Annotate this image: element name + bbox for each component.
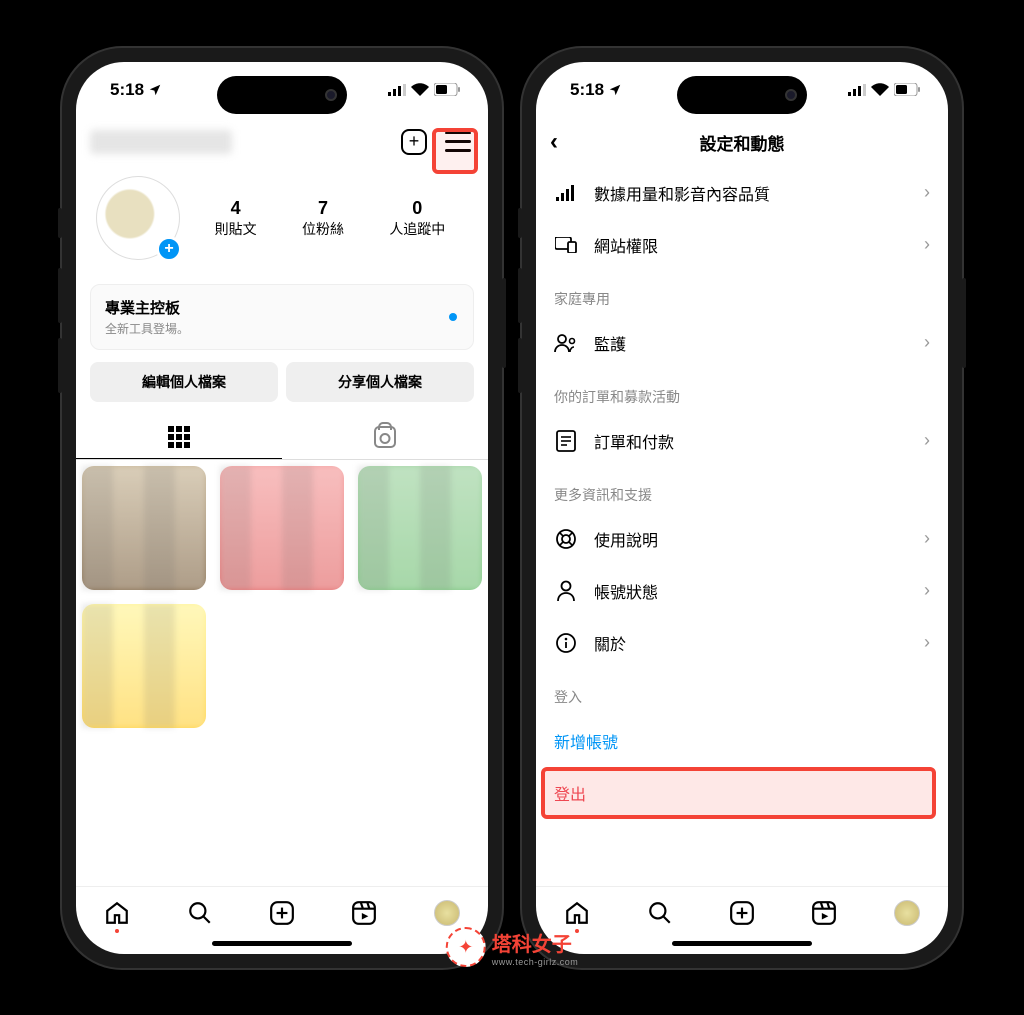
stat-posts[interactable]: 4 則貼文 bbox=[215, 198, 257, 239]
dynamic-island bbox=[217, 76, 347, 114]
create-button[interactable]: + bbox=[398, 126, 430, 158]
status-time: 5:18 bbox=[110, 80, 144, 100]
receipt-icon bbox=[554, 429, 578, 453]
chevron-right-icon: › bbox=[924, 632, 930, 653]
row-supervision[interactable]: 監護 › bbox=[536, 317, 948, 369]
location-icon bbox=[608, 83, 622, 97]
watermark-title: 塔科女子 bbox=[492, 928, 579, 957]
status-time: 5:18 bbox=[570, 80, 604, 100]
chevron-right-icon: › bbox=[924, 182, 930, 203]
wifi-icon bbox=[411, 83, 429, 96]
share-profile-button[interactable]: 分享個人檔案 bbox=[286, 362, 474, 402]
section-more: 更多資訊和支援 bbox=[536, 467, 948, 513]
watermark: ✦ 塔科女子 www.tech-girlz.com bbox=[446, 927, 579, 967]
dynamic-island bbox=[677, 76, 807, 114]
person-icon bbox=[554, 579, 578, 603]
chevron-right-icon: › bbox=[924, 234, 930, 255]
chevron-right-icon: › bbox=[924, 332, 930, 353]
stat-followers[interactable]: 7 位粉絲 bbox=[302, 198, 344, 239]
post-grid bbox=[76, 460, 488, 734]
section-login: 登入 bbox=[536, 669, 948, 715]
dashboard-card[interactable]: 專業主控板 全新工具登場。 bbox=[90, 284, 474, 350]
chevron-right-icon: › bbox=[924, 528, 930, 549]
edit-profile-button[interactable]: 編輯個人檔案 bbox=[90, 362, 278, 402]
row-account-status[interactable]: 帳號狀態 › bbox=[536, 565, 948, 617]
nav-profile[interactable] bbox=[893, 899, 921, 927]
post-thumbnail[interactable] bbox=[76, 460, 212, 596]
location-icon bbox=[148, 83, 162, 97]
row-help[interactable]: 使用說明 › bbox=[536, 513, 948, 565]
post-thumbnail[interactable] bbox=[352, 460, 488, 596]
grid-icon bbox=[168, 426, 190, 448]
row-orders[interactable]: 訂單和付款 › bbox=[536, 415, 948, 467]
signal-icon bbox=[388, 84, 406, 96]
devices-icon bbox=[554, 233, 578, 257]
settings-header: ‹ 設定和動態 bbox=[536, 118, 948, 167]
section-family: 家庭專用 bbox=[536, 271, 948, 317]
logout-link[interactable]: 登出 bbox=[536, 767, 948, 819]
back-button[interactable]: ‹ bbox=[550, 128, 558, 156]
add-story-icon[interactable]: + bbox=[156, 236, 182, 262]
row-website[interactable]: 網站權限 › bbox=[536, 219, 948, 271]
row-data-quality[interactable]: 數據用量和影音內容品質 › bbox=[536, 167, 948, 219]
nav-search[interactable] bbox=[186, 899, 214, 927]
watermark-url: www.tech-girlz.com bbox=[492, 957, 579, 967]
chevron-right-icon: › bbox=[924, 580, 930, 601]
section-orders: 你的訂單和募款活動 bbox=[536, 369, 948, 415]
stat-following[interactable]: 0 人追蹤中 bbox=[389, 198, 445, 239]
signal-bars-icon bbox=[554, 181, 578, 205]
watermark-icon: ✦ bbox=[446, 927, 486, 967]
help-icon bbox=[554, 527, 578, 551]
post-thumbnail[interactable] bbox=[214, 460, 350, 596]
add-account-link[interactable]: 新增帳號 bbox=[536, 715, 948, 767]
home-indicator[interactable] bbox=[212, 941, 352, 946]
tagged-icon bbox=[374, 426, 396, 448]
phone-right: 5:18 ‹ 設定和動態 數據用量和影音內容品質 › 網站權限 › bbox=[522, 48, 962, 968]
chevron-right-icon: › bbox=[924, 430, 930, 451]
info-icon bbox=[554, 631, 578, 655]
avatar[interactable]: + bbox=[96, 176, 182, 262]
post-thumbnail[interactable] bbox=[76, 598, 212, 734]
nav-home[interactable] bbox=[563, 899, 591, 927]
phone-left: 5:18 + + bbox=[62, 48, 502, 968]
nav-create[interactable] bbox=[268, 899, 296, 927]
wifi-icon bbox=[871, 83, 889, 96]
battery-icon bbox=[434, 83, 460, 96]
battery-icon bbox=[894, 83, 920, 96]
nav-reels[interactable] bbox=[810, 899, 838, 927]
people-icon bbox=[554, 331, 578, 355]
nav-reels[interactable] bbox=[350, 899, 378, 927]
nav-create[interactable] bbox=[728, 899, 756, 927]
signal-icon bbox=[848, 84, 866, 96]
nav-search[interactable] bbox=[646, 899, 674, 927]
bottom-nav bbox=[536, 886, 948, 935]
menu-button[interactable] bbox=[442, 126, 474, 158]
notification-dot bbox=[449, 313, 457, 321]
home-indicator[interactable] bbox=[672, 941, 812, 946]
screen-profile: 5:18 + + bbox=[76, 62, 488, 954]
highlight-logout bbox=[541, 767, 936, 819]
nav-profile[interactable] bbox=[433, 899, 461, 927]
bottom-nav bbox=[76, 886, 488, 935]
tab-tagged[interactable] bbox=[282, 416, 488, 459]
username-redacted[interactable] bbox=[90, 130, 232, 154]
settings-title: 設定和動態 bbox=[700, 130, 785, 155]
screen-settings: 5:18 ‹ 設定和動態 數據用量和影音內容品質 › 網站權限 › bbox=[536, 62, 948, 954]
row-about[interactable]: 關於 › bbox=[536, 617, 948, 669]
nav-home[interactable] bbox=[103, 899, 131, 927]
tab-grid[interactable] bbox=[76, 416, 282, 459]
